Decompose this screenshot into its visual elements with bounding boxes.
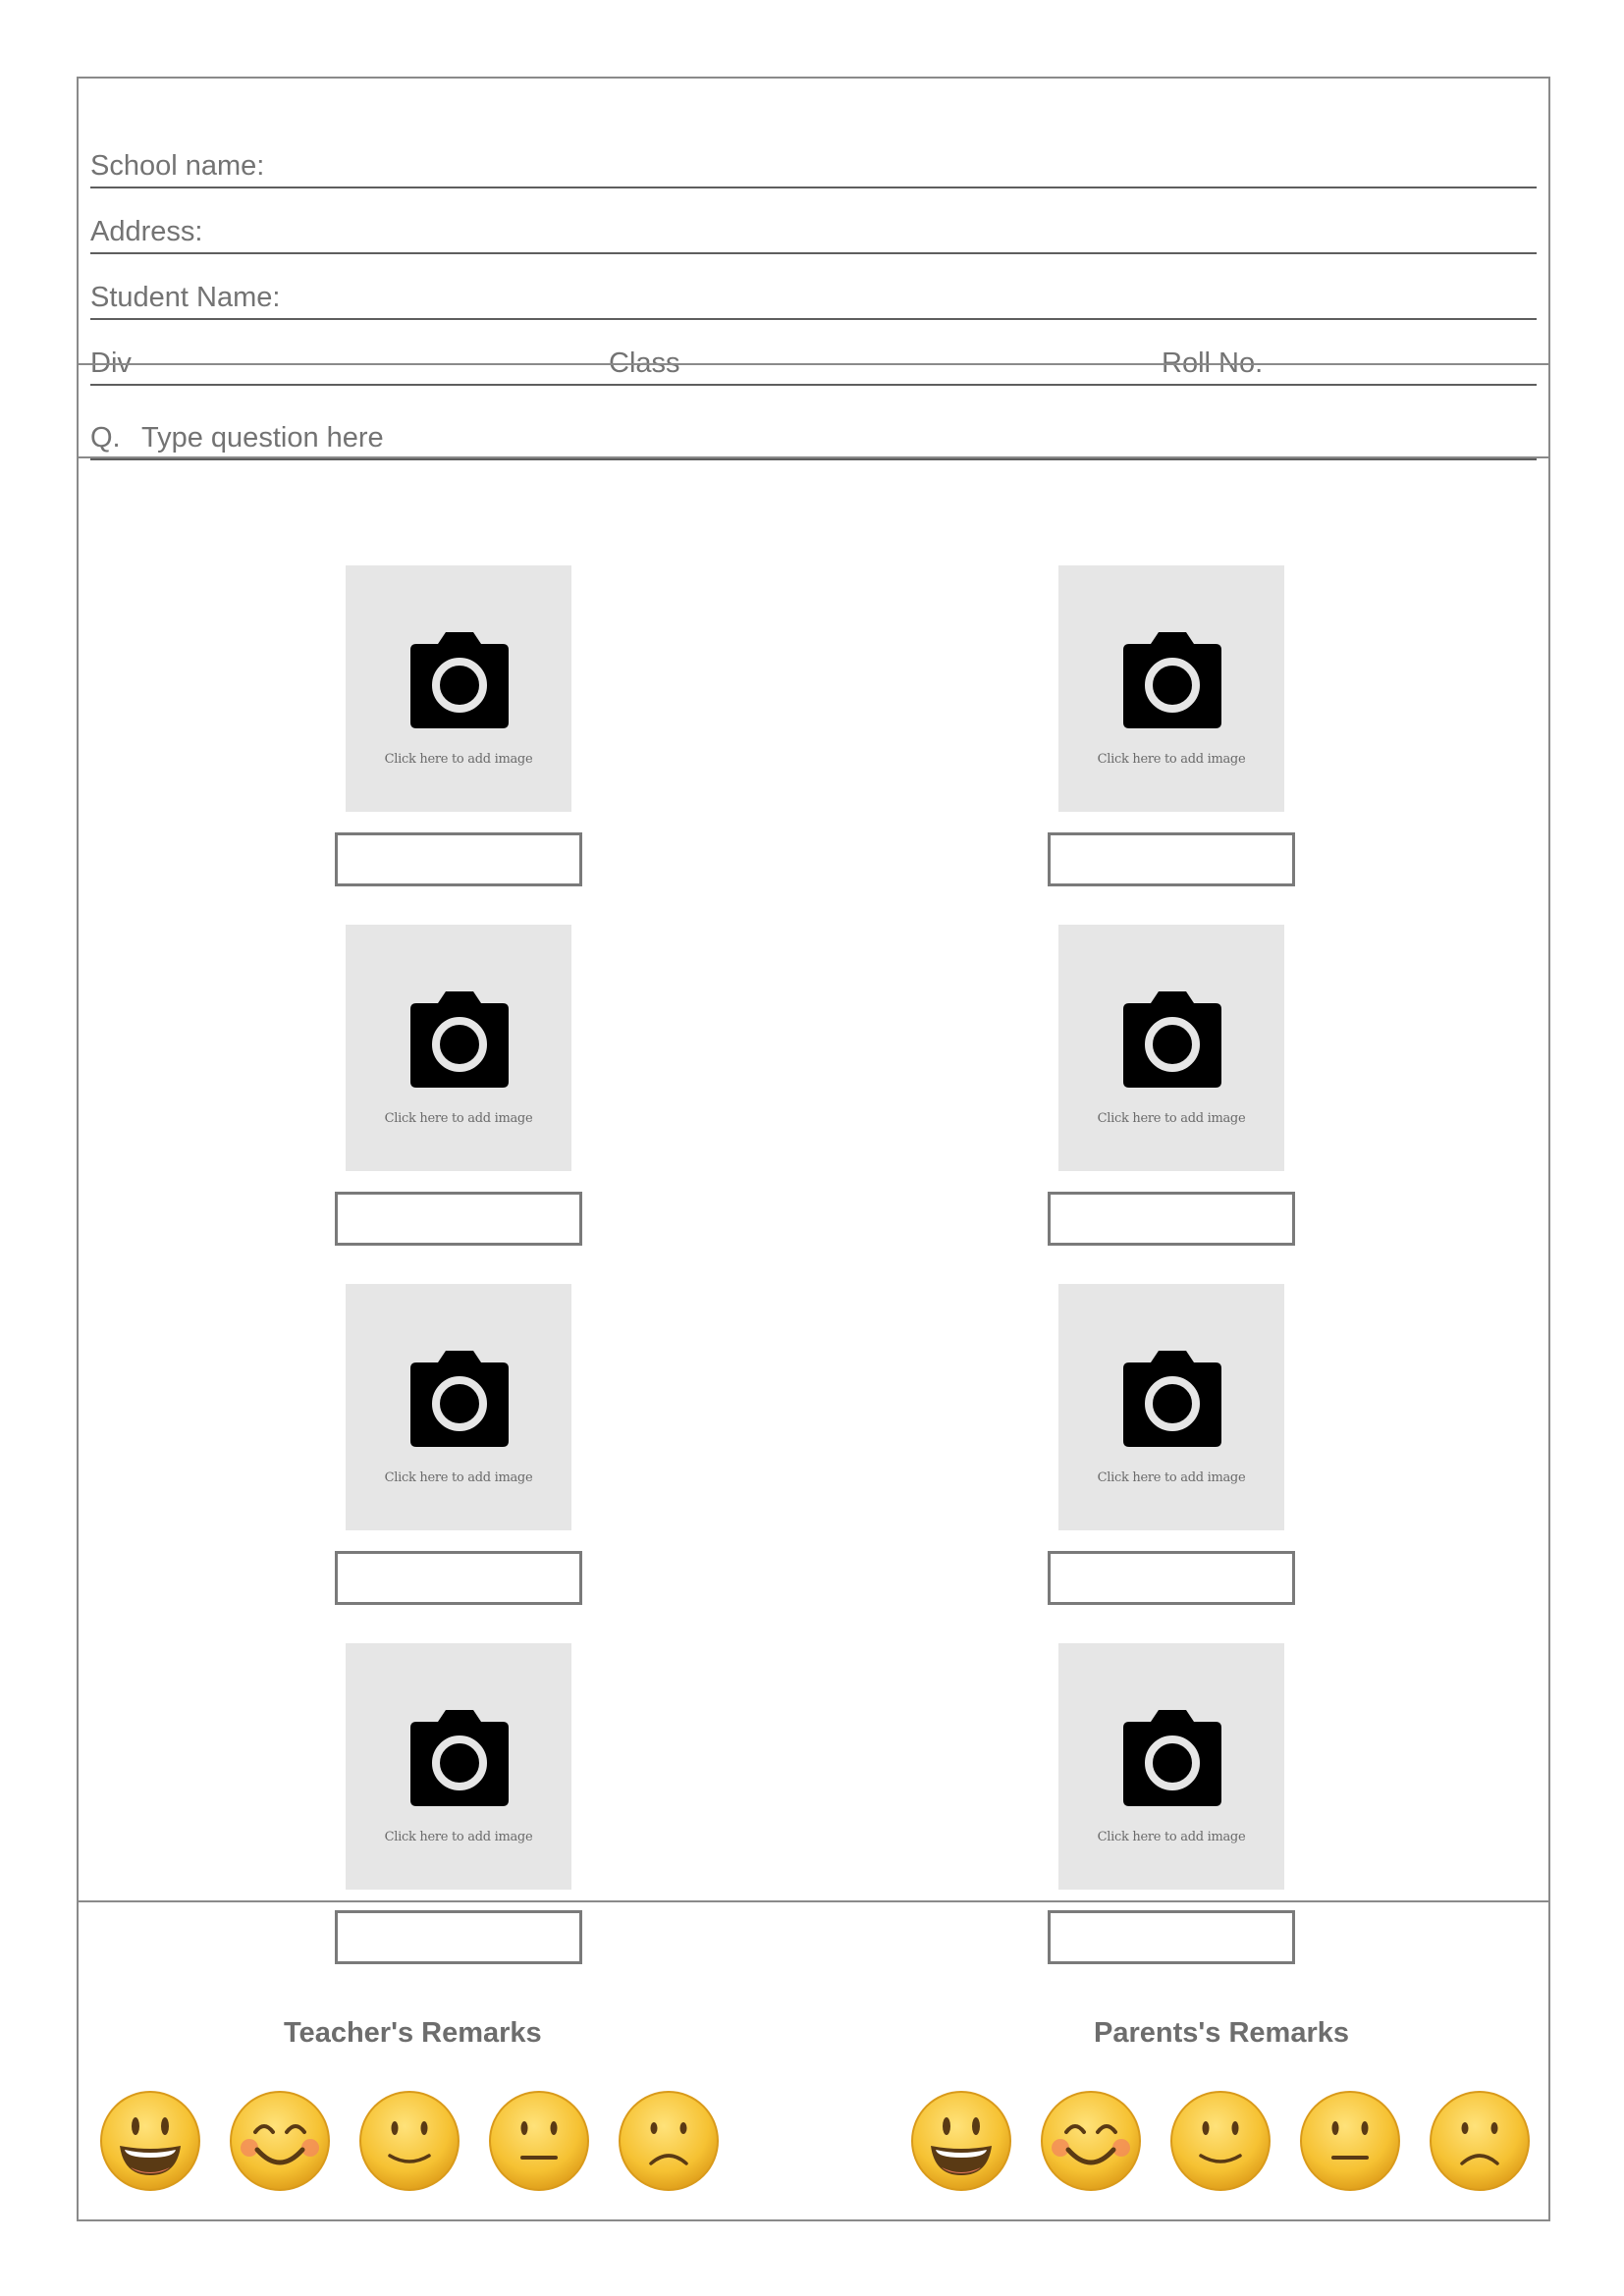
section-divider <box>79 456 1548 458</box>
photo-slot: Click here to add image <box>1048 1643 1295 1967</box>
blushing-smile-face-icon[interactable] <box>228 2089 332 2193</box>
neutral-face-icon[interactable] <box>1298 2089 1402 2193</box>
blushing-smile-face-icon[interactable] <box>1039 2089 1143 2193</box>
image-caption-input[interactable] <box>1048 832 1295 886</box>
camera-icon <box>408 630 511 730</box>
question-field[interactable]: Q. Type question here <box>90 391 1537 460</box>
student-name-label: Student Name: <box>90 282 281 313</box>
camera-icon <box>1121 630 1223 730</box>
question-prefix: Q. <box>90 422 121 454</box>
camera-icon <box>408 1349 511 1449</box>
image-caption-input[interactable] <box>1048 1192 1295 1246</box>
image-caption-input[interactable] <box>335 1910 582 1964</box>
section-divider <box>79 363 1548 365</box>
add-image-placeholder[interactable]: Click here to add image <box>346 925 571 1171</box>
add-image-caption: Click here to add image <box>384 752 533 767</box>
photo-slot: Click here to add image <box>335 925 582 1249</box>
add-image-caption: Click here to add image <box>384 1111 533 1126</box>
neutral-face-icon[interactable] <box>487 2089 591 2193</box>
add-image-placeholder[interactable]: Click here to add image <box>346 1284 571 1530</box>
photo-slot: Click here to add image <box>1048 925 1295 1249</box>
section-divider <box>79 1900 1548 1902</box>
div-class-roll-field[interactable]: Div Class Roll No. <box>90 320 1537 386</box>
student-name-field[interactable]: Student Name: <box>90 254 1537 320</box>
camera-icon <box>1121 989 1223 1090</box>
camera-icon <box>408 989 511 1090</box>
photo-grid: Click here to add image Click here to add… <box>79 475 1548 1964</box>
camera-icon <box>1121 1708 1223 1808</box>
add-image-caption: Click here to add image <box>384 1830 533 1844</box>
add-image-placeholder[interactable]: Click here to add image <box>1058 925 1284 1171</box>
frown-face-icon[interactable] <box>1428 2089 1532 2193</box>
school-name-label: School name: <box>90 150 265 182</box>
add-image-placeholder[interactable]: Click here to add image <box>1058 1643 1284 1890</box>
parents-remarks-title: Parents's Remarks <box>1094 2017 1349 2049</box>
question-text: Type question here <box>141 422 384 454</box>
grinning-face-icon[interactable] <box>98 2089 202 2193</box>
address-field[interactable]: Address: <box>90 188 1537 254</box>
teacher-remarks-title: Teacher's Remarks <box>284 2017 542 2049</box>
image-caption-input[interactable] <box>1048 1551 1295 1605</box>
add-image-caption: Click here to add image <box>1097 1111 1246 1126</box>
image-caption-input[interactable] <box>335 832 582 886</box>
image-caption-input[interactable] <box>335 1192 582 1246</box>
smile-face-icon[interactable] <box>1168 2089 1272 2193</box>
photo-slot: Click here to add image <box>335 1284 582 1608</box>
photo-slot: Click here to add image <box>1048 1284 1295 1608</box>
image-caption-input[interactable] <box>335 1551 582 1605</box>
add-image-placeholder[interactable]: Click here to add image <box>1058 565 1284 812</box>
teacher-emoji-scale <box>98 2089 727 2195</box>
worksheet: School name: Address: Student Name: Div … <box>77 77 1550 2221</box>
camera-icon <box>408 1708 511 1808</box>
add-image-caption: Click here to add image <box>1097 1470 1246 1485</box>
parents-emoji-scale <box>909 2089 1538 2195</box>
add-image-caption: Click here to add image <box>1097 1830 1246 1844</box>
school-name-field[interactable]: School name: <box>90 123 1537 188</box>
photo-slot: Click here to add image <box>335 565 582 889</box>
grinning-face-icon[interactable] <box>909 2089 1013 2193</box>
frown-face-icon[interactable] <box>617 2089 721 2193</box>
add-image-placeholder[interactable]: Click here to add image <box>346 1643 571 1890</box>
add-image-caption: Click here to add image <box>1097 752 1246 767</box>
image-caption-input[interactable] <box>1048 1910 1295 1964</box>
smile-face-icon[interactable] <box>357 2089 461 2193</box>
add-image-placeholder[interactable]: Click here to add image <box>1058 1284 1284 1530</box>
add-image-placeholder[interactable]: Click here to add image <box>346 565 571 812</box>
photo-slot: Click here to add image <box>1048 565 1295 889</box>
photo-slot: Click here to add image <box>335 1643 582 1967</box>
address-label: Address: <box>90 216 203 247</box>
add-image-caption: Click here to add image <box>384 1470 533 1485</box>
camera-icon <box>1121 1349 1223 1449</box>
